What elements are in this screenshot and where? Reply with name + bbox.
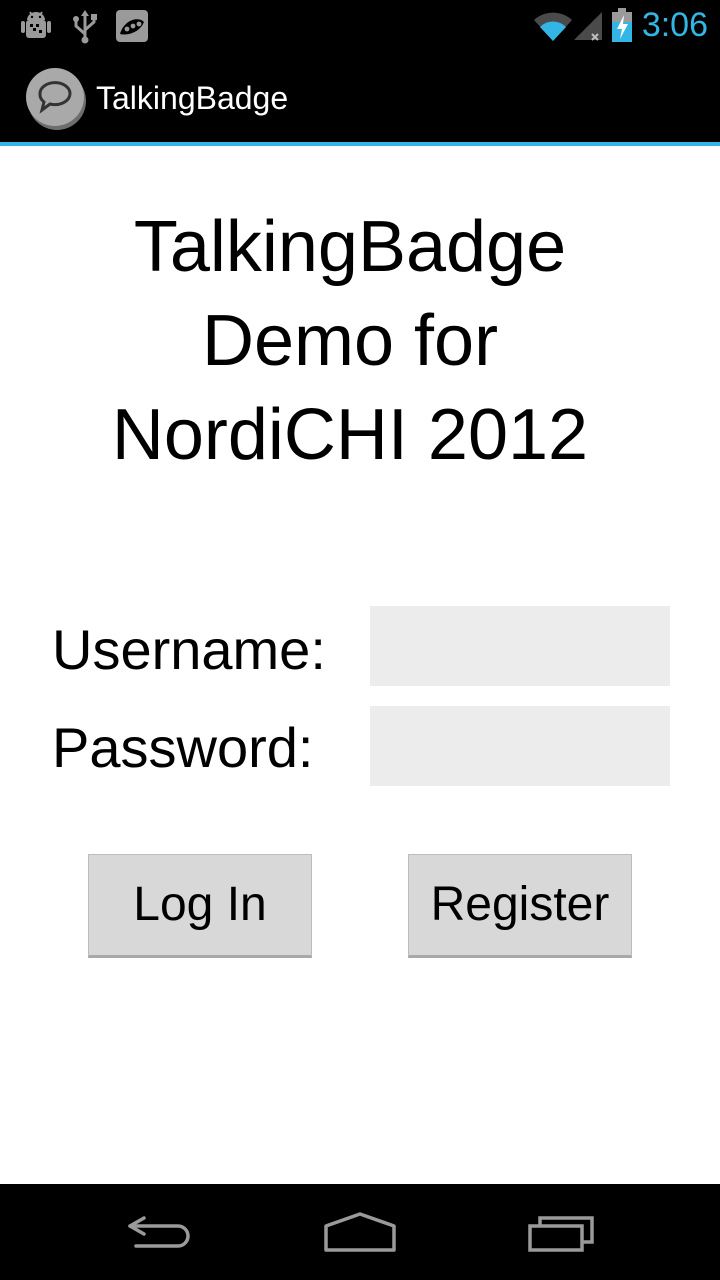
heading-line: Demo for bbox=[201, 301, 499, 381]
android-debug-icon bbox=[21, 11, 51, 38]
password-field[interactable] bbox=[370, 706, 670, 786]
usb-icon bbox=[73, 10, 97, 44]
register-button[interactable]: Register bbox=[408, 854, 632, 958]
username-field[interactable] bbox=[370, 606, 670, 686]
back-icon[interactable] bbox=[124, 1208, 196, 1256]
password-label: Password: bbox=[52, 716, 314, 779]
home-icon[interactable] bbox=[322, 1208, 398, 1256]
wifi-icon bbox=[534, 12, 572, 41]
action-bar: TalkingBadge bbox=[0, 50, 720, 146]
battery-charging-icon bbox=[612, 8, 632, 42]
navigation-bar bbox=[0, 1184, 720, 1280]
username-label: Username: bbox=[52, 618, 326, 681]
screen: 3:06 TalkingBadge TalkingBadge Demo for … bbox=[0, 0, 720, 1280]
heading-line: NordiCHI 2012 bbox=[111, 395, 589, 475]
login-button[interactable]: Log In bbox=[88, 854, 312, 958]
app-title: TalkingBadge bbox=[96, 80, 289, 116]
signal-icon bbox=[574, 12, 602, 41]
peas-app-icon bbox=[116, 10, 148, 42]
heading-line: TalkingBadge bbox=[133, 207, 567, 287]
page-heading: TalkingBadge Demo for NordiCHI 2012 bbox=[0, 200, 700, 482]
speech-bubble-icon[interactable] bbox=[24, 66, 88, 130]
recent-apps-icon[interactable] bbox=[526, 1208, 598, 1256]
status-time: 3:06 bbox=[641, 6, 708, 44]
status-bar: 3:06 bbox=[0, 0, 720, 50]
